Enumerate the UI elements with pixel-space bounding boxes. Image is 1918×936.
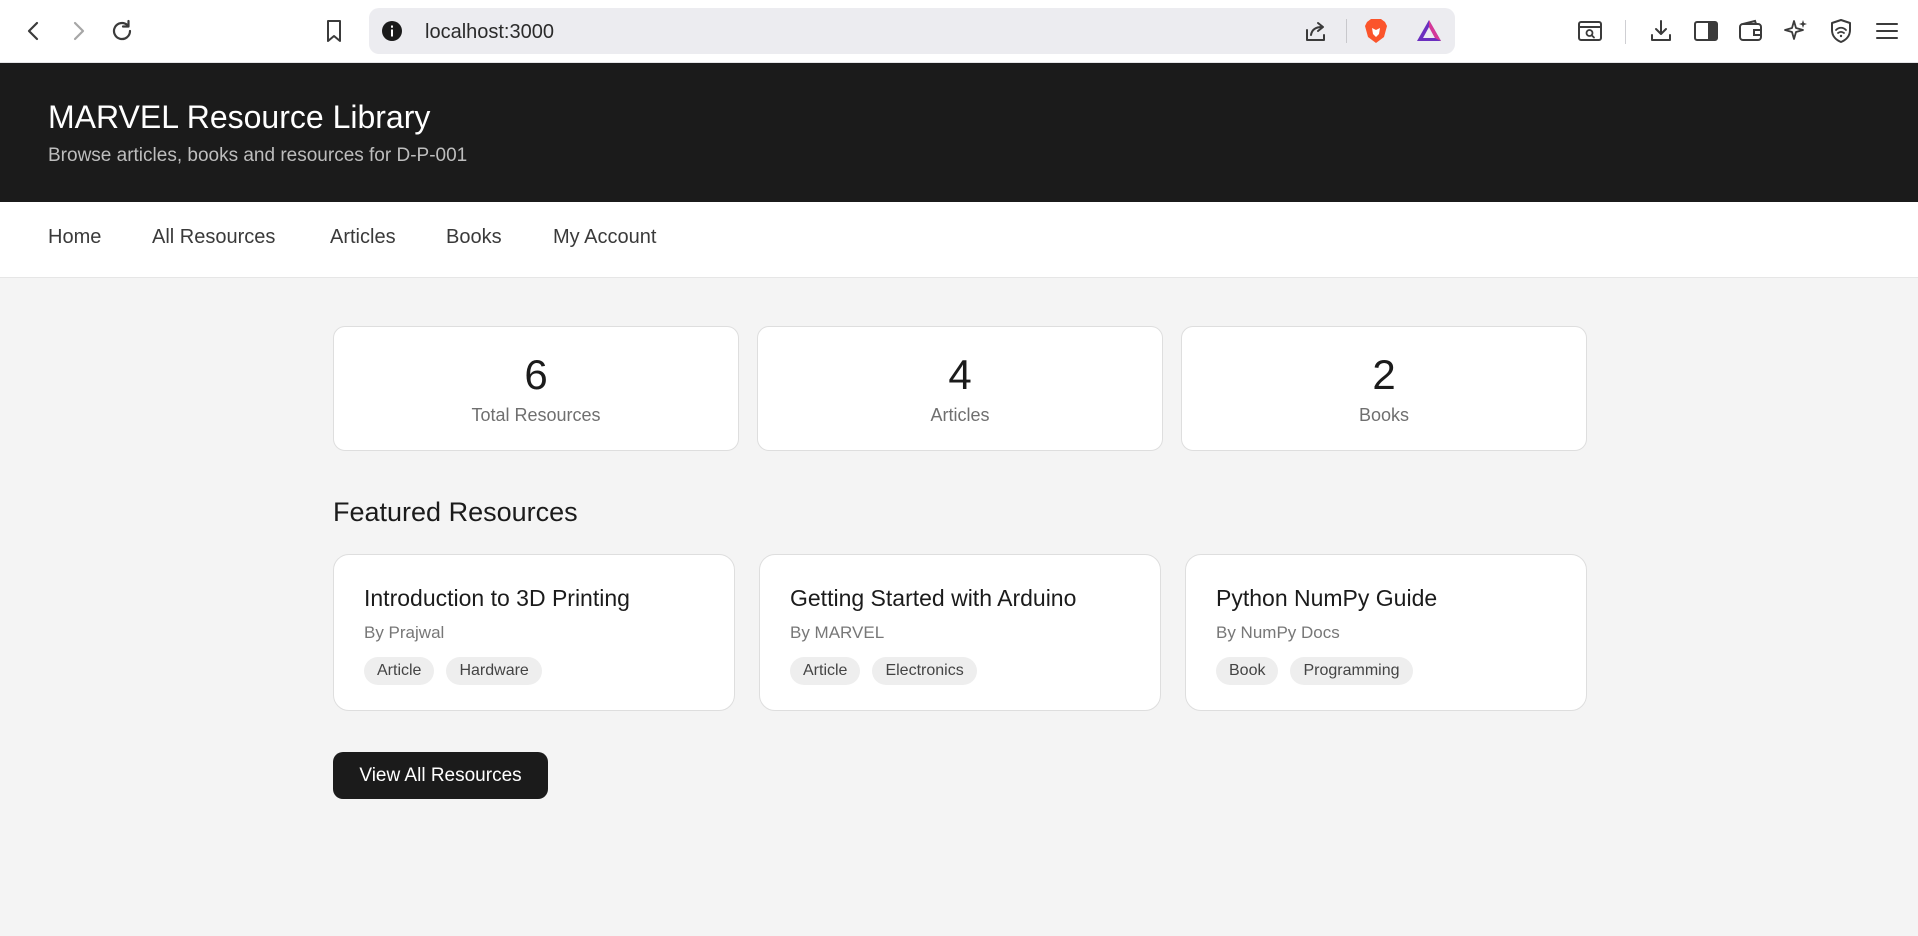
tag-badge: Electronics — [872, 657, 977, 685]
bookmark-icon[interactable] — [316, 13, 352, 49]
nav-home[interactable]: Home — [48, 226, 101, 249]
stat-label: Articles — [930, 405, 990, 425]
resource-card[interactable]: Python NumPy Guide By NumPy Docs Book Pr… — [1185, 554, 1587, 711]
wallet-icon[interactable] — [1733, 13, 1769, 49]
stat-card-total: 6 Total Resources — [333, 326, 739, 451]
browser-toolbar: localhost:3000 — [0, 0, 1918, 63]
site-header: MARVEL Resource Library Browse articles,… — [0, 63, 1918, 202]
brave-shield-icon[interactable] — [1363, 17, 1389, 45]
toolbar-divider — [1625, 20, 1626, 44]
brave-rewards-icon[interactable] — [1415, 18, 1443, 44]
site-subtitle: Browse articles, books and resources for… — [48, 145, 468, 166]
share-icon[interactable] — [1303, 18, 1329, 44]
tag-list: Article Hardware — [364, 657, 542, 685]
tag-badge: Book — [1216, 657, 1279, 685]
download-icon[interactable] — [1643, 13, 1679, 49]
resource-card[interactable]: Introduction to 3D Printing By Prajwal A… — [333, 554, 735, 711]
forward-icon[interactable] — [60, 13, 96, 49]
tab-search-icon[interactable] — [1572, 13, 1608, 49]
tag-list: Article Electronics — [790, 657, 977, 685]
menu-icon[interactable] — [1869, 13, 1905, 49]
info-icon[interactable] — [381, 20, 403, 42]
stat-label: Total Resources — [471, 405, 601, 425]
tag-badge: Programming — [1290, 657, 1413, 685]
leo-ai-icon[interactable] — [1778, 13, 1814, 49]
nav-articles[interactable]: Articles — [330, 226, 396, 249]
stat-card-articles: 4 Articles — [757, 326, 1163, 451]
tag-badge: Hardware — [446, 657, 542, 685]
featured-heading: Featured Resources — [333, 497, 578, 527]
resource-card[interactable]: Getting Started with Arduino By MARVEL A… — [759, 554, 1161, 711]
resource-title[interactable]: Introduction to 3D Printing — [364, 585, 630, 612]
tag-badge: Article — [364, 657, 435, 685]
reload-icon[interactable] — [104, 13, 140, 49]
tag-badge: Article — [790, 657, 861, 685]
resource-author: By MARVEL — [790, 623, 885, 642]
address-bar[interactable]: localhost:3000 — [369, 8, 1455, 54]
stat-value: 6 — [524, 351, 548, 398]
stat-card-books: 2 Books — [1181, 326, 1587, 451]
resource-title[interactable]: Python NumPy Guide — [1216, 585, 1437, 612]
resource-title[interactable]: Getting Started with Arduino — [790, 585, 1076, 612]
resource-author: By Prajwal — [364, 623, 445, 642]
urlbar-divider — [1346, 19, 1347, 43]
vpn-icon[interactable] — [1823, 13, 1859, 49]
nav-my-account[interactable]: My Account — [553, 226, 656, 249]
url-text: localhost:3000 — [425, 21, 554, 43]
nav-books[interactable]: Books — [446, 226, 502, 249]
sidebar-icon[interactable] — [1688, 13, 1724, 49]
stat-value: 4 — [948, 351, 972, 398]
tag-list: Book Programming — [1216, 657, 1413, 685]
main-nav: Home All Resources Articles Books My Acc… — [0, 202, 1918, 278]
resource-author: By NumPy Docs — [1216, 623, 1340, 642]
view-all-resources-button[interactable]: View All Resources — [333, 752, 548, 799]
back-icon[interactable] — [16, 13, 52, 49]
stat-label: Books — [1358, 405, 1410, 425]
stat-value: 2 — [1372, 351, 1396, 398]
site-title: MARVEL Resource Library — [48, 99, 431, 135]
nav-all-resources[interactable]: All Resources — [152, 226, 275, 249]
